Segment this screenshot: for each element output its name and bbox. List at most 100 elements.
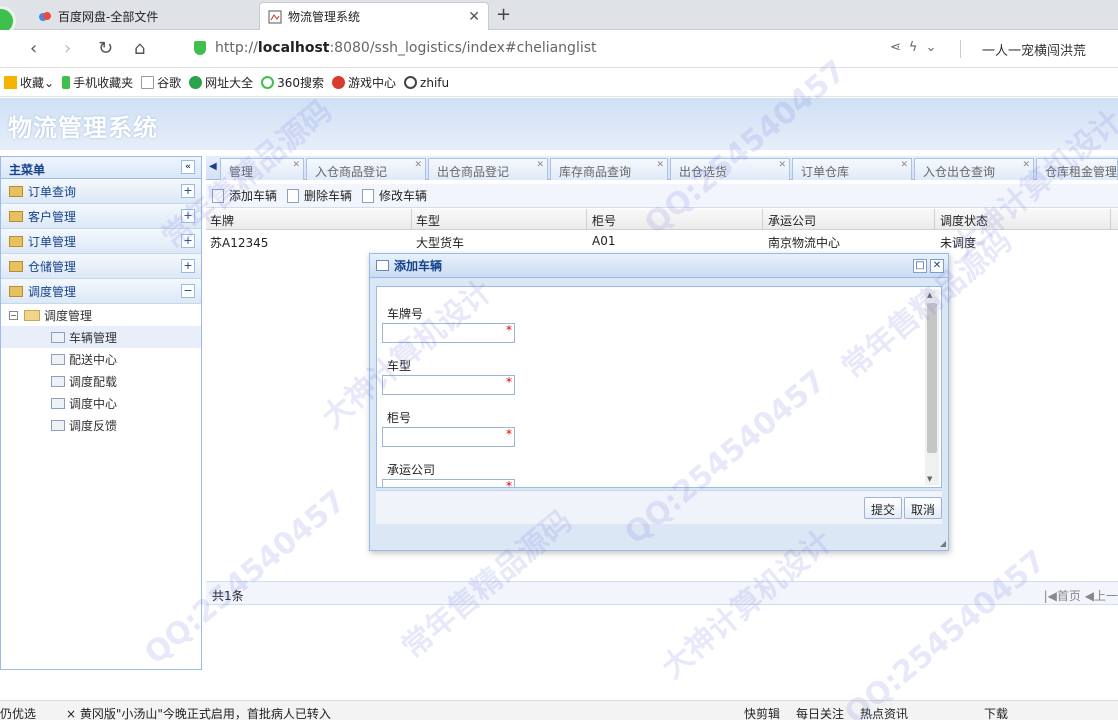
delete-vehicle-button[interactable]: 删除车辆	[287, 187, 352, 204]
plate-input[interactable]	[382, 323, 515, 343]
tab-label: 入仓商品登记	[315, 165, 388, 179]
bookmark-label: 游戏中心	[348, 76, 397, 90]
close-icon[interactable]: ✕	[778, 160, 786, 170]
bookmark-zhifu[interactable]: zhifu	[404, 76, 449, 90]
close-tab-icon[interactable]: ✕	[468, 9, 480, 25]
sidebar-section-storage[interactable]: 仓储管理 +	[1, 254, 201, 279]
tab-inbound-register[interactable]: 入仓商品登记 ✕	[306, 158, 426, 180]
forward-icon[interactable]: ›	[64, 38, 71, 59]
expand-icon[interactable]: +	[181, 184, 195, 198]
sidebar-section-customer[interactable]: 客户管理 +	[1, 204, 201, 229]
edit-vehicle-button[interactable]: 修改车辆	[362, 187, 427, 204]
folder-icon	[9, 260, 23, 272]
close-icon[interactable]: ✕	[536, 160, 544, 170]
scroll-up-icon[interactable]: ▲	[927, 291, 932, 299]
address-actions[interactable]: ⋖ϟ⌄	[890, 40, 944, 55]
bookmark-mobile[interactable]: 手机收藏夹	[62, 74, 133, 91]
tree-item-loading[interactable]: 调度配载	[1, 370, 201, 392]
folder-icon	[9, 185, 23, 197]
tab-order-warehouse[interactable]: 订单仓库 ✕	[792, 158, 912, 180]
tree-item-label: 调度配载	[69, 374, 118, 389]
dialog-title: 添加车辆	[394, 259, 443, 273]
required-mark: *	[506, 323, 512, 337]
mobile-icon	[62, 76, 71, 89]
tab-manage[interactable]: 管理 ✕	[220, 158, 304, 180]
tree-item-delivery-center[interactable]: 配送中心	[1, 348, 201, 370]
hot-news-button[interactable]: 热点资讯	[860, 705, 908, 720]
carrier-input[interactable]	[382, 479, 515, 487]
tab-outbound-select[interactable]: 出仓选货 ✕	[670, 158, 790, 180]
scroll-down-icon[interactable]: ▼	[927, 475, 932, 483]
status-left[interactable]: 仍优选	[0, 705, 36, 720]
bookmark-label: 360搜索	[277, 76, 325, 90]
expand-icon[interactable]: +	[181, 259, 195, 273]
column-header[interactable]: 承运公司	[768, 212, 816, 229]
type-label: 车型	[387, 359, 412, 373]
column-header[interactable]: 车型	[416, 212, 440, 229]
submit-button[interactable]: 提交	[864, 497, 903, 519]
close-icon[interactable]: ✕	[656, 160, 664, 170]
tab-inout-query[interactable]: 入仓出仓查询 ✕	[914, 158, 1034, 180]
dialog-scrollbar[interactable]: ▲ ▼	[925, 289, 939, 485]
scroll-left-icon[interactable]: ◀	[209, 161, 217, 172]
back-icon[interactable]: ‹	[30, 38, 37, 59]
browser-tab-logistics[interactable]: 物流管理系统 ✕	[259, 2, 489, 30]
dialog-header[interactable]: 添加车辆 □ ✕	[370, 254, 948, 278]
resize-handle-icon[interactable]: ◢	[940, 539, 946, 548]
app-title: 物流管理系统	[8, 114, 158, 142]
column-header[interactable]: 柜号	[592, 212, 616, 229]
collapse-section-icon[interactable]: −	[181, 284, 195, 298]
tree-root[interactable]: − 调度管理	[1, 304, 201, 326]
quick-clip-button[interactable]: 快剪辑	[744, 705, 780, 720]
tree-toggle-icon[interactable]: −	[9, 310, 18, 320]
add-vehicle-button[interactable]: 添加车辆	[212, 187, 277, 204]
collapse-icon[interactable]: «	[181, 160, 195, 174]
tab-stock-query[interactable]: 库存商品查询 ✕	[550, 158, 668, 180]
column-divider	[586, 209, 587, 230]
sidebar-section-dispatch[interactable]: 调度管理 −	[1, 279, 201, 304]
daily-focus-button[interactable]: 每日关注	[796, 705, 844, 720]
bookmark-favorites[interactable]: 收藏 ⌄	[4, 74, 54, 91]
close-icon[interactable]: ✕	[930, 259, 944, 273]
tab-rent-manage[interactable]: 仓库租金管理	[1036, 158, 1118, 180]
close-icon[interactable]: ✕	[1022, 160, 1030, 170]
download-button[interactable]: 下载	[984, 705, 1008, 720]
cancel-button[interactable]: 取消	[904, 497, 942, 519]
first-page-button[interactable]: |◀首页	[1044, 589, 1081, 603]
reload-icon[interactable]: ↻	[98, 38, 113, 59]
type-input[interactable]	[382, 375, 515, 395]
close-icon[interactable]: ✕	[414, 160, 422, 170]
user-label[interactable]: 一人一宠横闯洪荒	[982, 40, 1086, 59]
sidebar-section-orders[interactable]: 订单管理 +	[1, 229, 201, 254]
prev-page-button[interactable]: ◀上一	[1085, 589, 1118, 603]
bookmark-games[interactable]: 游戏中心	[332, 74, 396, 91]
expand-icon[interactable]: +	[181, 209, 195, 223]
expand-icon[interactable]: +	[181, 234, 195, 248]
tree-item-dispatch-center[interactable]: 调度中心	[1, 392, 201, 414]
bookmark-google[interactable]: 谷歌	[141, 74, 181, 91]
news-ticker[interactable]: × 黄冈版"小汤山"今晚正式启用，首批病人已转入	[66, 705, 331, 720]
column-header[interactable]: 调度状态	[940, 212, 988, 229]
bookmark-360[interactable]: 360搜索	[261, 74, 324, 91]
close-icon[interactable]: ✕	[900, 160, 908, 170]
star-icon	[4, 76, 17, 89]
bookmark-hao[interactable]: 网址大全	[189, 74, 253, 91]
browser-tabbar: 百度网盘-全部文件 物流管理系统 ✕ +	[0, 0, 1118, 36]
maximize-icon[interactable]: □	[913, 259, 927, 273]
column-header[interactable]: 车牌	[210, 212, 234, 229]
new-tab-button[interactable]: +	[496, 4, 511, 25]
carrier-label: 承运公司	[387, 463, 436, 477]
container-input[interactable]	[382, 427, 515, 447]
home-icon[interactable]: ⌂	[134, 38, 145, 59]
url-field[interactable]: http://localhost:8080/ssh_logistics/inde…	[215, 40, 597, 56]
tree-item-vehicles[interactable]: 车辆管理	[1, 326, 201, 348]
close-icon[interactable]: ✕	[292, 160, 300, 170]
sidebar-section-order-query[interactable]: 订单查询 +	[1, 179, 201, 204]
tree-item-feedback[interactable]: 调度反馈	[1, 414, 201, 436]
tab-outbound-register[interactable]: 出仓商品登记 ✕	[428, 158, 548, 180]
table-row[interactable]: 苏A12345 大型货车 A01 南京物流中心 未调度	[206, 231, 1118, 252]
scroll-thumb[interactable]	[927, 303, 937, 453]
browser-tab-baidu[interactable]: 百度网盘-全部文件	[30, 2, 255, 30]
button-label: 修改车辆	[379, 189, 428, 203]
doc-icon	[141, 76, 155, 89]
